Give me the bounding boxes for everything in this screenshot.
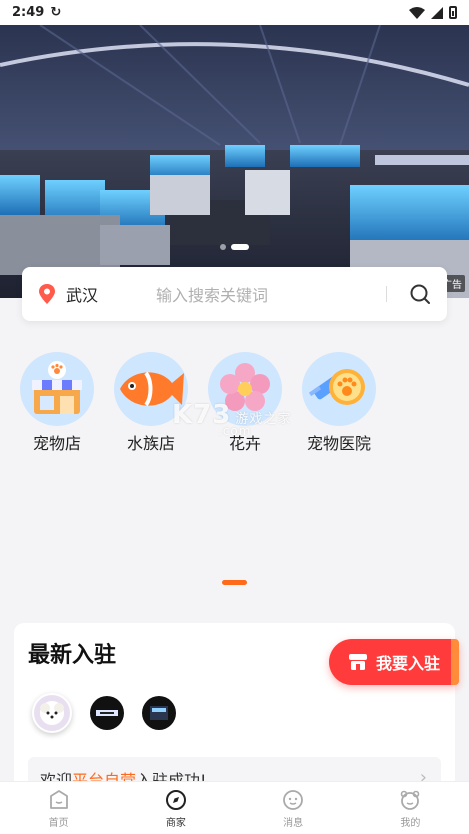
profile-icon (401, 790, 420, 810)
carousel-dot[interactable] (220, 244, 226, 250)
avatar[interactable] (32, 693, 72, 733)
banner-carousel[interactable]: 广告 (0, 25, 469, 298)
category-page-indicator (222, 580, 247, 585)
tab-label: 首页 (48, 817, 69, 829)
message-icon (283, 789, 304, 810)
carousel-dot-active[interactable] (231, 244, 249, 250)
tab-home[interactable]: 首页 (0, 782, 117, 834)
compass-icon (165, 789, 186, 810)
avatar[interactable] (90, 696, 124, 730)
join-button[interactable]: 我要入驻 (329, 639, 459, 685)
status-bar: 2:49 ↻ (0, 0, 469, 25)
tab-label: 我的 (400, 817, 421, 829)
search-divider (386, 286, 387, 302)
search-icon[interactable] (409, 283, 431, 305)
location-pin-icon[interactable] (38, 284, 56, 304)
tab-profile[interactable]: 我的 (352, 782, 469, 834)
avatar[interactable] (142, 696, 176, 730)
tab-merchants[interactable]: 商家 (117, 782, 234, 834)
category-label: 水族店 (126, 434, 175, 453)
wifi-icon (409, 6, 425, 19)
home-icon (49, 789, 68, 809)
category-pet-hospital[interactable]: 宠物医院 (292, 352, 386, 462)
bottom-tab-bar: 首页 商家 消息 我的 (0, 781, 469, 834)
pet-hospital-icon (302, 352, 376, 426)
newest-title: 最新入驻 (28, 643, 117, 668)
store-icon (348, 654, 367, 670)
city-selector[interactable]: 武汉 (66, 282, 146, 306)
new-merchant-avatars (32, 693, 176, 733)
tab-label: 消息 (283, 817, 304, 829)
join-button-label: 我要入驻 (375, 654, 440, 673)
tab-label: 商家 (165, 817, 186, 829)
carousel-dots[interactable] (0, 244, 469, 250)
category-label: 宠物医院 (306, 434, 371, 453)
status-time: 2:49 (12, 5, 45, 20)
sync-icon: ↻ (50, 5, 62, 20)
search-input[interactable]: 输入搜索关键词 (156, 282, 386, 306)
battery-icon (449, 6, 457, 19)
pet-shop-icon (20, 352, 94, 426)
join-button-edge (451, 639, 459, 685)
search-bar[interactable]: 武汉 输入搜索关键词 (22, 267, 447, 321)
category-label: 宠物店 (32, 434, 81, 453)
banner-image (0, 25, 469, 298)
category-pet-shop[interactable]: 宠物店 (10, 352, 104, 462)
tab-messages[interactable]: 消息 (235, 782, 352, 834)
watermark: K73 游戏之家 .com (172, 400, 291, 438)
status-icons (409, 6, 457, 19)
signal-icon (431, 6, 443, 19)
